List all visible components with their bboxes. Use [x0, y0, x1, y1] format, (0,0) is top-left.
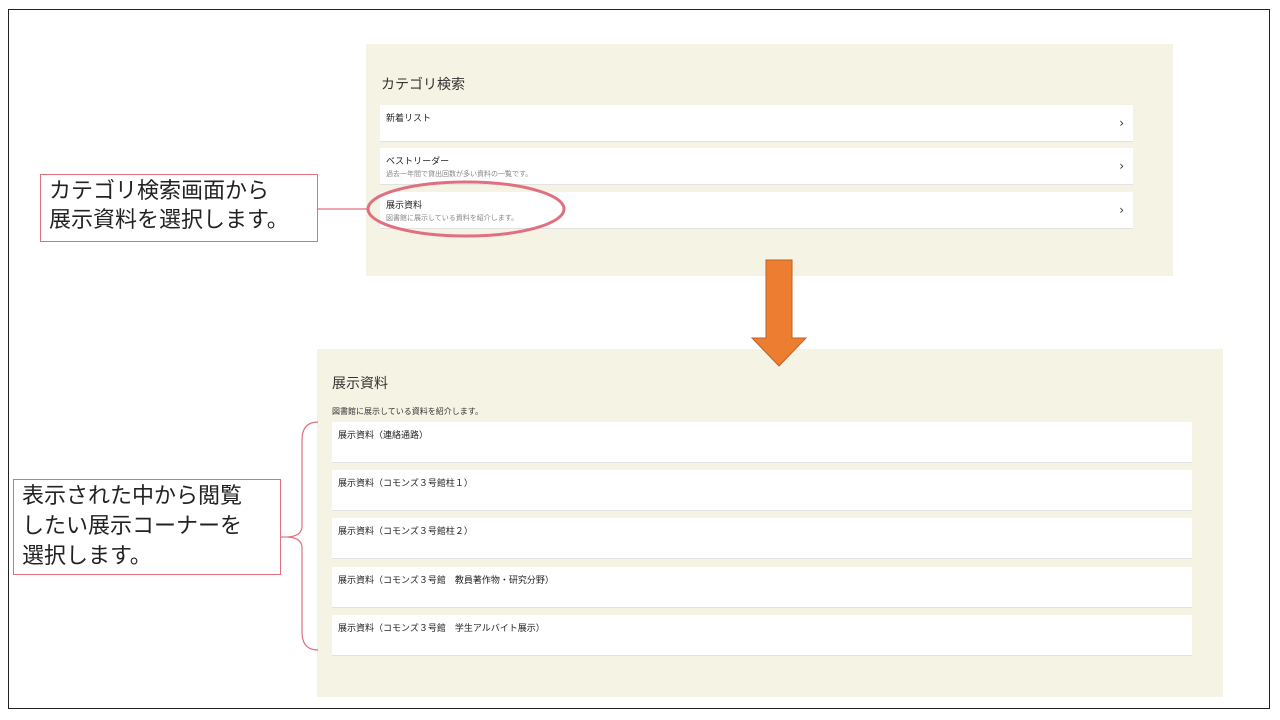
- callout-line: 展示資料を選択します。: [49, 208, 289, 233]
- callout-line: 選択します。: [22, 544, 152, 569]
- callout-line: 表示された中から閲覧: [22, 484, 243, 509]
- bracket-icon: [287, 421, 319, 651]
- down-arrow-icon: [750, 259, 808, 367]
- highlight-ellipse: [366, 180, 566, 238]
- callout-select-exhibition: カテゴリ検索画面から 展示資料を選択します。: [40, 174, 318, 242]
- callout-line: したい展示コーナーを: [22, 514, 243, 539]
- callout-line: カテゴリ検索画面から: [49, 179, 270, 204]
- annotation-overlay: [281, 180, 808, 651]
- callout-select-corner: 表示された中から閲覧 したい展示コーナーを 選択します。: [13, 479, 281, 575]
